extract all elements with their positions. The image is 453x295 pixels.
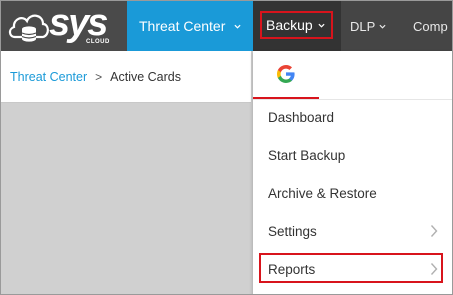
nav-dlp[interactable]: DLP xyxy=(350,1,400,51)
logo-subtext: CLOUD xyxy=(86,39,110,45)
menu-item-dashboard[interactable]: Dashboard xyxy=(253,98,452,136)
backup-dropdown-menu: Dashboard Start Backup Archive & Restore… xyxy=(253,51,452,294)
menu-item-archive-restore[interactable]: Archive & Restore xyxy=(253,174,452,212)
nav-threat-center-label: Threat Center xyxy=(139,18,226,34)
menu-item-label: Archive & Restore xyxy=(268,185,377,201)
syscloud-logo[interactable]: sys CLOUD xyxy=(1,1,127,51)
top-navbar: sys CLOUD Threat Center Backup DLP Comp xyxy=(1,1,452,51)
menu-item-label: Dashboard xyxy=(268,109,335,125)
menu-item-label: Settings xyxy=(268,223,317,239)
breadcrumb: Threat Center > Active Cards xyxy=(1,51,251,103)
nav-backup[interactable]: Backup xyxy=(253,1,341,51)
cloud-database-icon xyxy=(8,14,49,42)
menu-item-label: Start Backup xyxy=(268,147,346,163)
menu-item-start-backup[interactable]: Start Backup xyxy=(253,136,452,174)
app-frame: sys CLOUD Threat Center Backup DLP Comp … xyxy=(0,0,453,295)
nav-threat-center[interactable]: Threat Center xyxy=(127,1,253,51)
chevron-down-icon xyxy=(379,24,386,29)
breadcrumb-current: Active Cards xyxy=(110,69,181,84)
menu-item-settings[interactable]: Settings xyxy=(253,212,452,250)
backup-highlight-box: Backup xyxy=(260,11,333,39)
nav-comp-label: Comp xyxy=(413,18,448,34)
breadcrumb-link-threat-center[interactable]: Threat Center xyxy=(10,70,87,84)
google-icon xyxy=(277,65,295,83)
logo-text: sys xyxy=(49,2,108,44)
menu-item-reports[interactable]: Reports xyxy=(253,250,452,288)
chevron-down-icon xyxy=(318,23,325,28)
menu-item-label: Reports xyxy=(268,261,316,277)
chevron-right-icon xyxy=(430,225,438,237)
breadcrumb-separator: > xyxy=(95,69,103,84)
nav-dlp-label: DLP xyxy=(350,18,376,34)
tab-google[interactable] xyxy=(253,51,319,99)
chevron-down-icon xyxy=(234,24,241,29)
chevron-right-icon xyxy=(430,263,438,275)
nav-comp[interactable]: Comp xyxy=(413,1,452,51)
nav-backup-label: Backup xyxy=(266,17,313,33)
